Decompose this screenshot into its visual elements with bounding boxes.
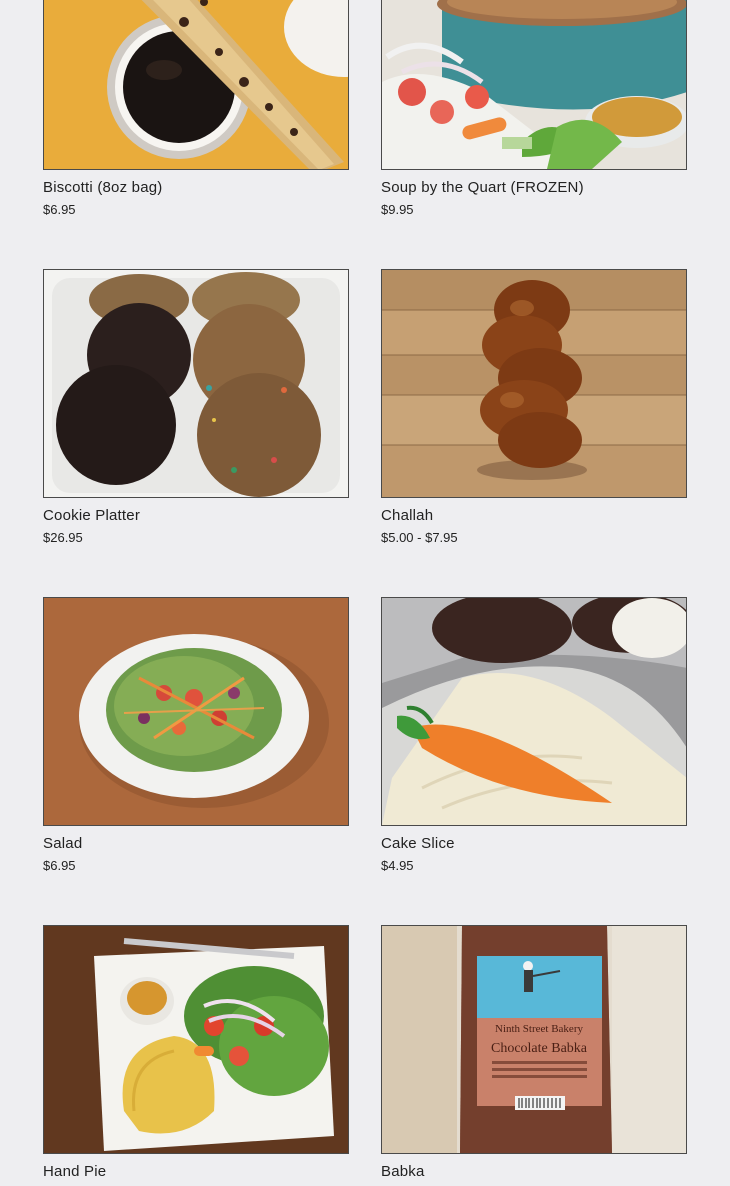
product-name[interactable]: Salad <box>43 835 349 853</box>
product-name[interactable]: Soup by the Quart (FROZEN) <box>381 179 687 197</box>
product-price: $9.95 <box>381 202 414 217</box>
product-image[interactable] <box>381 0 687 170</box>
product-name[interactable]: Babka <box>381 1163 687 1181</box>
product-price: $5.00 - $7.95 <box>381 530 458 545</box>
babka-label-brand: Ninth Street Bakery <box>495 1023 583 1035</box>
product-price: $6.95 <box>43 202 76 217</box>
product-image[interactable] <box>43 597 349 826</box>
product-image[interactable] <box>43 269 349 498</box>
product-card-cake-slice[interactable]: Cake Slice $4.95 <box>381 597 687 874</box>
product-card-hand-pie[interactable]: Hand Pie <box>43 925 349 1186</box>
product-card-soup[interactable]: Soup by the Quart (FROZEN) $9.95 <box>381 0 687 218</box>
product-image[interactable] <box>381 597 687 826</box>
product-price: $26.95 <box>43 530 83 545</box>
product-grid: Biscotti (8oz bag) $6.95 Soup by the Qua… <box>0 0 730 1183</box>
product-card-biscotti[interactable]: Biscotti (8oz bag) $6.95 <box>43 0 349 218</box>
product-card-cookie-platter[interactable]: Cookie Platter $26.95 <box>43 269 349 546</box>
product-name[interactable]: Cake Slice <box>381 835 687 853</box>
product-image[interactable] <box>381 269 687 498</box>
product-image[interactable] <box>43 925 349 1154</box>
product-name[interactable]: Biscotti (8oz bag) <box>43 179 349 197</box>
product-name[interactable]: Challah <box>381 507 687 525</box>
product-image[interactable] <box>43 0 349 170</box>
product-name[interactable]: Cookie Platter <box>43 507 349 525</box>
product-card-challah[interactable]: Challah $5.00 - $7.95 <box>381 269 687 546</box>
product-card-babka[interactable]: Ninth Street Bakery Chocolate Babka Babk… <box>381 925 687 1186</box>
product-image[interactable]: Ninth Street Bakery Chocolate Babka <box>381 925 687 1154</box>
babka-label-product: Chocolate Babka <box>491 1041 588 1056</box>
product-price: $6.95 <box>43 858 76 873</box>
product-card-salad[interactable]: Salad $6.95 <box>43 597 349 874</box>
product-name[interactable]: Hand Pie <box>43 1163 349 1181</box>
product-price: $4.95 <box>381 858 414 873</box>
